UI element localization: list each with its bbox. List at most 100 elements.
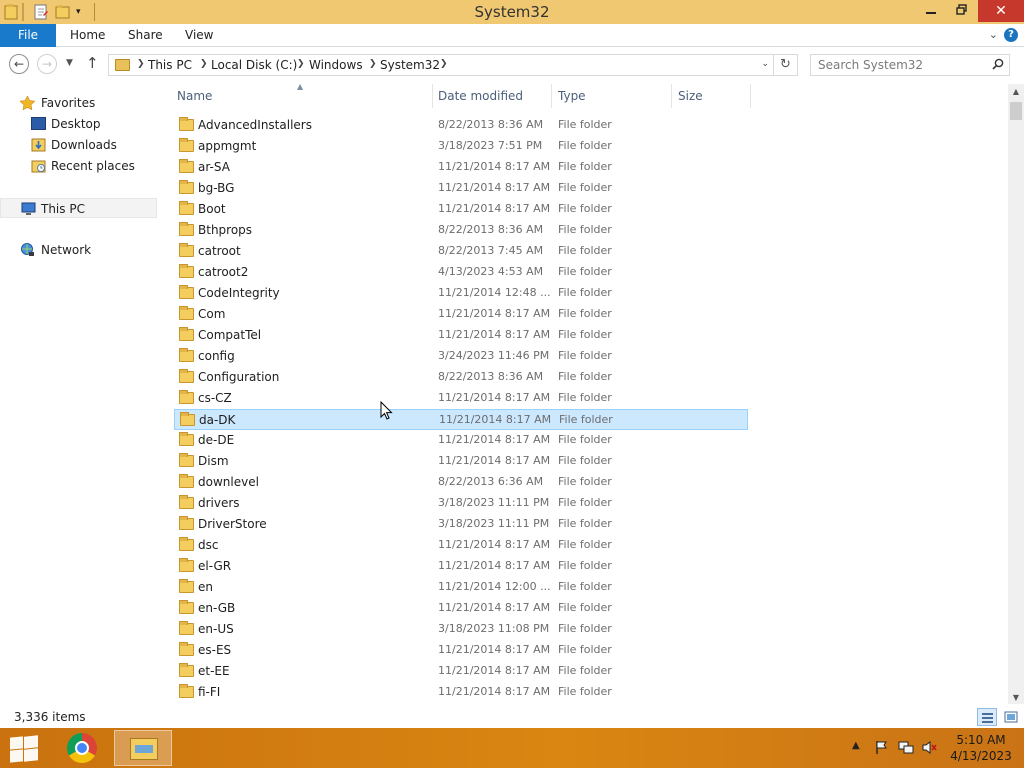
recent-locations-dropdown-icon[interactable]: ▼ bbox=[66, 58, 73, 68]
column-header-type[interactable]: Type bbox=[558, 89, 586, 103]
file-name: config bbox=[198, 349, 235, 363]
help-icon[interactable]: ? bbox=[1004, 28, 1018, 42]
file-row[interactable]: Configuration 8/22/2013 8:36 AM File folde… bbox=[174, 367, 748, 388]
file-row[interactable]: en 11/21/2014 12:00 ... File folder bbox=[174, 577, 748, 598]
taskbar-clock[interactable]: 5:10 AM 4/13/2023 bbox=[950, 733, 1012, 763]
breadcrumb-chevron-icon[interactable]: ❯ bbox=[369, 59, 377, 69]
file-row[interactable]: en-GB 11/21/2014 8:17 AM File folder bbox=[174, 598, 748, 619]
file-row[interactable]: et-EE 11/21/2014 8:17 AM File folder bbox=[174, 661, 748, 682]
file-row[interactable]: Dism 11/21/2014 8:17 AM File folder bbox=[174, 451, 748, 472]
tab-share[interactable]: Share bbox=[128, 24, 163, 47]
file-row[interactable]: Boot 11/21/2014 8:17 AM File folder bbox=[174, 199, 748, 220]
file-row[interactable]: CompatTel 11/21/2014 8:17 AM File folder bbox=[174, 325, 748, 346]
action-center-flag-icon[interactable] bbox=[874, 740, 890, 755]
file-type: File folder bbox=[558, 307, 612, 320]
search-input[interactable] bbox=[811, 55, 987, 75]
file-date-modified: 8/22/2013 8:36 AM bbox=[438, 118, 544, 131]
sidebar-item-favorites[interactable]: Favorites bbox=[0, 93, 157, 113]
sidebar-item-recent-places[interactable]: Recent places bbox=[0, 156, 157, 176]
file-type: File folder bbox=[558, 664, 612, 677]
sidebar-item-network[interactable]: Network bbox=[0, 240, 157, 260]
column-header-date-modified[interactable]: Date modified bbox=[438, 89, 523, 103]
column-header-size[interactable]: Size bbox=[678, 89, 703, 103]
column-header-name[interactable]: Name bbox=[177, 89, 212, 103]
file-row[interactable]: en-US 3/18/2023 11:08 PM File folder bbox=[174, 619, 748, 640]
scroll-thumb[interactable] bbox=[1010, 102, 1022, 120]
file-row[interactable]: Com 11/21/2014 8:17 AM File folder bbox=[174, 304, 748, 325]
taskbar-file-explorer-button[interactable] bbox=[114, 730, 172, 766]
large-icons-view-button[interactable] bbox=[1001, 708, 1021, 726]
tab-view[interactable]: View bbox=[185, 24, 213, 47]
breadcrumb-system32[interactable]: System32 bbox=[380, 58, 440, 72]
scroll-up-arrow-icon[interactable]: ▲ bbox=[1008, 84, 1024, 100]
network-status-icon[interactable] bbox=[898, 740, 914, 755]
expand-ribbon-chevron-icon[interactable]: ⌄ bbox=[989, 28, 998, 41]
breadcrumb-chevron-icon[interactable]: ❯ bbox=[137, 59, 145, 69]
sidebar-item-this-pc[interactable]: This PC bbox=[0, 198, 157, 218]
taskbar-chrome-button[interactable] bbox=[58, 730, 106, 766]
file-row[interactable]: ar-SA 11/21/2014 8:17 AM File folder bbox=[174, 157, 748, 178]
file-name: en bbox=[198, 580, 213, 594]
show-hidden-icons-icon[interactable]: ▲ bbox=[852, 740, 860, 751]
search-box[interactable] bbox=[810, 54, 1010, 76]
breadcrumb-chevron-icon[interactable]: ❯ bbox=[440, 59, 448, 69]
start-windows-icon[interactable] bbox=[8, 735, 38, 763]
file-row[interactable]: catroot 8/22/2013 7:45 AM File folder bbox=[174, 241, 748, 262]
file-row[interactable]: CodeIntegrity 11/21/2014 12:48 ... File fo… bbox=[174, 283, 748, 304]
file-row[interactable]: el-GR 11/21/2014 8:17 AM File folder bbox=[174, 556, 748, 577]
clock-time: 5:10 AM bbox=[956, 733, 1006, 747]
forward-button[interactable]: → bbox=[37, 54, 57, 74]
column-divider[interactable] bbox=[551, 84, 552, 108]
file-row[interactable]: bg-BG 11/21/2014 8:17 AM File folder bbox=[174, 178, 748, 199]
file-row[interactable]: dsc 11/21/2014 8:17 AM File folder bbox=[174, 535, 748, 556]
address-dropdown-icon[interactable]: ⌄ bbox=[761, 59, 769, 69]
desktop-icon bbox=[31, 117, 46, 130]
file-list: ▲ Name Date modified Type Size AdvancedI… bbox=[170, 84, 1008, 704]
file-row[interactable]: fi-FI 11/21/2014 8:17 AM File folder bbox=[174, 682, 748, 703]
back-button[interactable]: ← bbox=[9, 54, 29, 74]
volume-muted-icon[interactable] bbox=[921, 740, 937, 755]
refresh-icon: ↻ bbox=[780, 57, 791, 72]
file-row[interactable]: drivers 3/18/2023 11:11 PM File folder bbox=[174, 493, 748, 514]
file-row[interactable]: Bthprops 8/22/2013 8:36 AM File folder bbox=[174, 220, 748, 241]
file-row[interactable]: da-DK 11/21/2014 8:17 AM File folder bbox=[174, 409, 748, 430]
column-divider[interactable] bbox=[750, 84, 751, 108]
file-type: File folder bbox=[559, 413, 613, 426]
details-view-button[interactable] bbox=[977, 708, 997, 726]
breadcrumb-chevron-icon[interactable]: ❯ bbox=[297, 59, 305, 69]
breadcrumb-windows[interactable]: Windows bbox=[309, 58, 363, 72]
file-row[interactable]: AdvancedInstallers 8/22/2013 8:36 AM File … bbox=[174, 115, 748, 136]
search-icon[interactable] bbox=[992, 58, 1004, 73]
file-row[interactable]: es-ES 11/21/2014 8:17 AM File folder bbox=[174, 640, 748, 661]
file-row[interactable]: config 3/24/2023 11:46 PM File folder bbox=[174, 346, 748, 367]
file-date-modified: 11/21/2014 8:17 AM bbox=[438, 391, 551, 404]
file-date-modified: 11/21/2014 12:48 ... bbox=[438, 286, 551, 299]
restore-button[interactable] bbox=[946, 0, 976, 22]
up-arrow-icon[interactable]: ↑ bbox=[86, 54, 99, 72]
file-type: File folder bbox=[558, 538, 612, 551]
minimize-button[interactable] bbox=[916, 0, 946, 22]
column-divider[interactable] bbox=[671, 84, 672, 108]
sidebar-item-desktop[interactable]: Desktop bbox=[0, 114, 157, 134]
address-bar[interactable]: ❯ This PC ❯ Local Disk (C:) ❯ Windows ❯ … bbox=[108, 54, 774, 76]
file-name: dsc bbox=[198, 538, 219, 552]
close-icon: ✕ bbox=[995, 3, 1007, 19]
column-divider[interactable] bbox=[432, 84, 433, 108]
breadcrumb-chevron-icon[interactable]: ❯ bbox=[200, 59, 208, 69]
file-row[interactable]: catroot2 4/13/2023 4:53 AM File folder bbox=[174, 262, 748, 283]
folder-icon bbox=[179, 537, 194, 551]
tab-file[interactable]: File bbox=[0, 24, 56, 47]
tab-home[interactable]: Home bbox=[70, 24, 105, 47]
file-row[interactable]: DriverStore 3/18/2023 11:11 PM File folder bbox=[174, 514, 748, 535]
file-row[interactable]: downlevel 8/22/2013 6:36 AM File folder bbox=[174, 472, 748, 493]
file-row[interactable]: appmgmt 3/18/2023 7:51 PM File folder bbox=[174, 136, 748, 157]
window-title: System32 bbox=[474, 3, 550, 21]
file-row[interactable]: cs-CZ 11/21/2014 8:17 AM File folder bbox=[174, 388, 748, 409]
refresh-button[interactable]: ↻ bbox=[774, 54, 798, 76]
vertical-scrollbar[interactable]: ▲ ▼ bbox=[1008, 84, 1024, 706]
breadcrumb-this-pc[interactable]: This PC bbox=[148, 58, 192, 72]
sidebar-item-downloads[interactable]: Downloads bbox=[0, 135, 157, 155]
file-row[interactable]: de-DE 11/21/2014 8:17 AM File folder bbox=[174, 430, 748, 451]
close-button[interactable]: ✕ bbox=[978, 0, 1024, 22]
breadcrumb-local-disk[interactable]: Local Disk (C:) bbox=[211, 58, 297, 72]
